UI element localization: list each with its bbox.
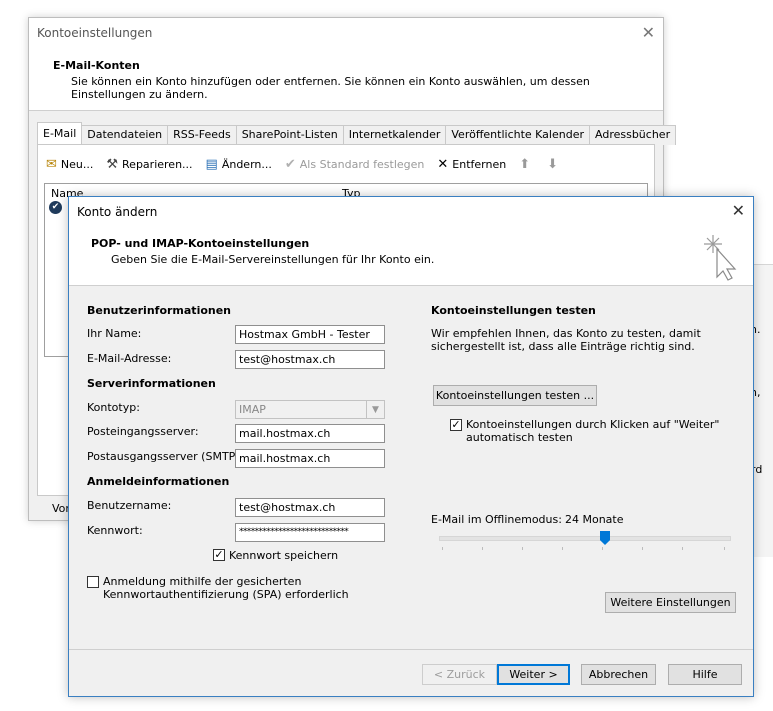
- dialog-title: Konto ändern: [77, 205, 158, 219]
- account-type-select[interactable]: IMAP ▼: [235, 400, 385, 419]
- close-icon: ✕: [437, 157, 449, 172]
- wrench-icon: ⚒: [106, 157, 119, 172]
- tab-internet-calendars[interactable]: Internetkalender: [342, 125, 447, 145]
- auto-test-label-line2: automatisch testen: [466, 431, 573, 444]
- repair-button-label: Reparieren...: [122, 158, 193, 171]
- tab-sharepoint-lists[interactable]: SharePoint-Listen: [235, 125, 344, 145]
- slider-tick: [482, 547, 483, 550]
- accounts-toolbar: ✉ Neu... ⚒ Reparieren... ▤ Ändern... ✔ A…: [46, 157, 575, 172]
- new-button-label: Neu...: [60, 158, 94, 171]
- title-bar: Konto ändern ✕: [69, 197, 753, 227]
- close-icon[interactable]: ✕: [732, 201, 745, 220]
- change-account-dialog: Konto ändern ✕ POP- und IMAP-Kontoeinste…: [68, 196, 754, 697]
- user-info-heading: Benutzerinformationen: [87, 304, 232, 317]
- username-input[interactable]: test@hostmax.ch: [235, 498, 385, 517]
- outgoing-server-input[interactable]: mail.hostmax.ch: [235, 449, 385, 468]
- header-title: POP- und IMAP-Kontoeinstellungen: [91, 237, 310, 250]
- repair-button[interactable]: ⚒ Reparieren...: [106, 157, 192, 172]
- cancel-button[interactable]: Abbrechen: [581, 664, 656, 685]
- arrow-up-icon: ⬆: [519, 157, 531, 172]
- checkmark-circle-icon: ✔: [284, 157, 296, 172]
- account-type-value: IMAP: [239, 403, 266, 416]
- test-description-line2: sichergestellt ist, dass alle Einträge r…: [431, 340, 695, 353]
- offline-mode-value: 24 Monate: [565, 513, 624, 526]
- spa-checkbox[interactable]: [87, 576, 99, 588]
- arrow-down-icon: ⬇: [547, 157, 558, 172]
- incoming-server-input[interactable]: mail.hostmax.ch: [235, 424, 385, 443]
- incoming-server-label: Posteingangsserver:: [87, 425, 199, 438]
- move-down-button[interactable]: ⬇: [547, 157, 562, 172]
- email-label: E-Mail-Adresse:: [87, 352, 172, 365]
- background-window-edge: n. n, ird: [748, 264, 773, 557]
- save-password-label: Kennwort speichern: [229, 549, 339, 562]
- password-label: Kennwort:: [87, 524, 143, 537]
- spa-label-line1: Anmeldung mithilfe der gesicherten: [103, 575, 302, 588]
- slider-thumb[interactable]: [600, 531, 610, 545]
- offline-mode-slider[interactable]: [439, 531, 731, 545]
- header-panel: E-Mail-Konten Sie können ein Konto hinzu…: [29, 48, 663, 111]
- title-bar: Kontoeinstellungen ✕: [29, 18, 663, 48]
- slider-tick: [442, 547, 443, 550]
- offline-mode-label: E-Mail im Offlinemodus:: [431, 513, 562, 526]
- remove-button-label: Entfernen: [452, 158, 507, 171]
- help-button[interactable]: Hilfe: [668, 664, 742, 685]
- account-type-label: Kontotyp:: [87, 401, 140, 414]
- test-settings-heading: Kontoeinstellungen testen: [431, 304, 596, 317]
- change-account-icon: ▤: [205, 157, 218, 172]
- username-label: Benutzername:: [87, 499, 172, 512]
- test-settings-button[interactable]: Kontoeinstellungen testen ...: [433, 385, 597, 406]
- change-button[interactable]: ▤ Ändern...: [206, 157, 272, 172]
- tab-published-calendars[interactable]: Veröffentlichte Kalender: [445, 125, 590, 145]
- auto-test-checkbox[interactable]: ✓: [450, 419, 462, 431]
- set-default-button-label: Als Standard festlegen: [299, 158, 425, 171]
- new-account-icon: ✉: [46, 157, 57, 172]
- move-up-button[interactable]: ⬆: [519, 157, 534, 172]
- tab-address-books[interactable]: Adressbücher: [589, 125, 677, 145]
- test-description-line1: Wir empfehlen Ihnen, das Konto zu testen…: [431, 327, 701, 340]
- more-settings-button[interactable]: Weitere Einstellungen: [605, 592, 736, 613]
- tab-rss-feeds[interactable]: RSS-Feeds: [167, 125, 237, 145]
- slider-tick: [682, 547, 683, 550]
- header-description: Geben Sie die E-Mail-Servereinstellungen…: [111, 253, 435, 266]
- server-info-heading: Serverinformationen: [87, 377, 216, 390]
- slider-tick: [562, 547, 563, 550]
- back-button[interactable]: < Zurück: [422, 664, 497, 685]
- set-default-button[interactable]: ✔ Als Standard festlegen: [285, 157, 424, 172]
- login-info-heading: Anmeldeinformationen: [87, 475, 230, 488]
- default-account-icon: ✔: [49, 201, 62, 214]
- remove-button[interactable]: ✕ Entfernen: [437, 157, 506, 172]
- close-icon[interactable]: ✕: [642, 23, 655, 42]
- outgoing-server-label: Postausgangsserver (SMTP):: [87, 450, 244, 463]
- name-input[interactable]: Hostmax GmbH - Tester: [235, 325, 385, 344]
- window-title: Kontoeinstellungen: [37, 26, 153, 40]
- name-label: Ihr Name:: [87, 327, 142, 340]
- cursor-sparkle-icon: [704, 235, 737, 281]
- header-panel: POP- und IMAP-Kontoeinstellungen Geben S…: [69, 227, 753, 286]
- slider-tick: [642, 547, 643, 550]
- new-button[interactable]: ✉ Neu...: [46, 157, 93, 172]
- auto-test-label-line1: Kontoeinstellungen durch Klicken auf "We…: [466, 418, 720, 431]
- next-button[interactable]: Weiter >: [497, 664, 570, 685]
- footer-divider: [69, 649, 753, 650]
- chevron-down-icon: ▼: [366, 401, 384, 418]
- slider-tick: [724, 547, 725, 550]
- password-input[interactable]: ****************************: [235, 523, 385, 542]
- email-input[interactable]: test@hostmax.ch: [235, 350, 385, 369]
- slider-tick: [522, 547, 523, 550]
- header-title: E-Mail-Konten: [53, 59, 140, 72]
- header-description: Sie können ein Konto hinzufügen oder ent…: [71, 75, 590, 101]
- slider-tick: [602, 547, 603, 550]
- spa-label-line2: Kennwortauthentifizierung (SPA) erforder…: [103, 588, 349, 601]
- tab-bar: E-Mail Datendateien RSS-Feeds SharePoint…: [37, 122, 677, 149]
- tab-data-files[interactable]: Datendateien: [81, 125, 169, 145]
- change-button-label: Ändern...: [221, 158, 272, 171]
- save-password-checkbox[interactable]: ✓: [213, 549, 225, 561]
